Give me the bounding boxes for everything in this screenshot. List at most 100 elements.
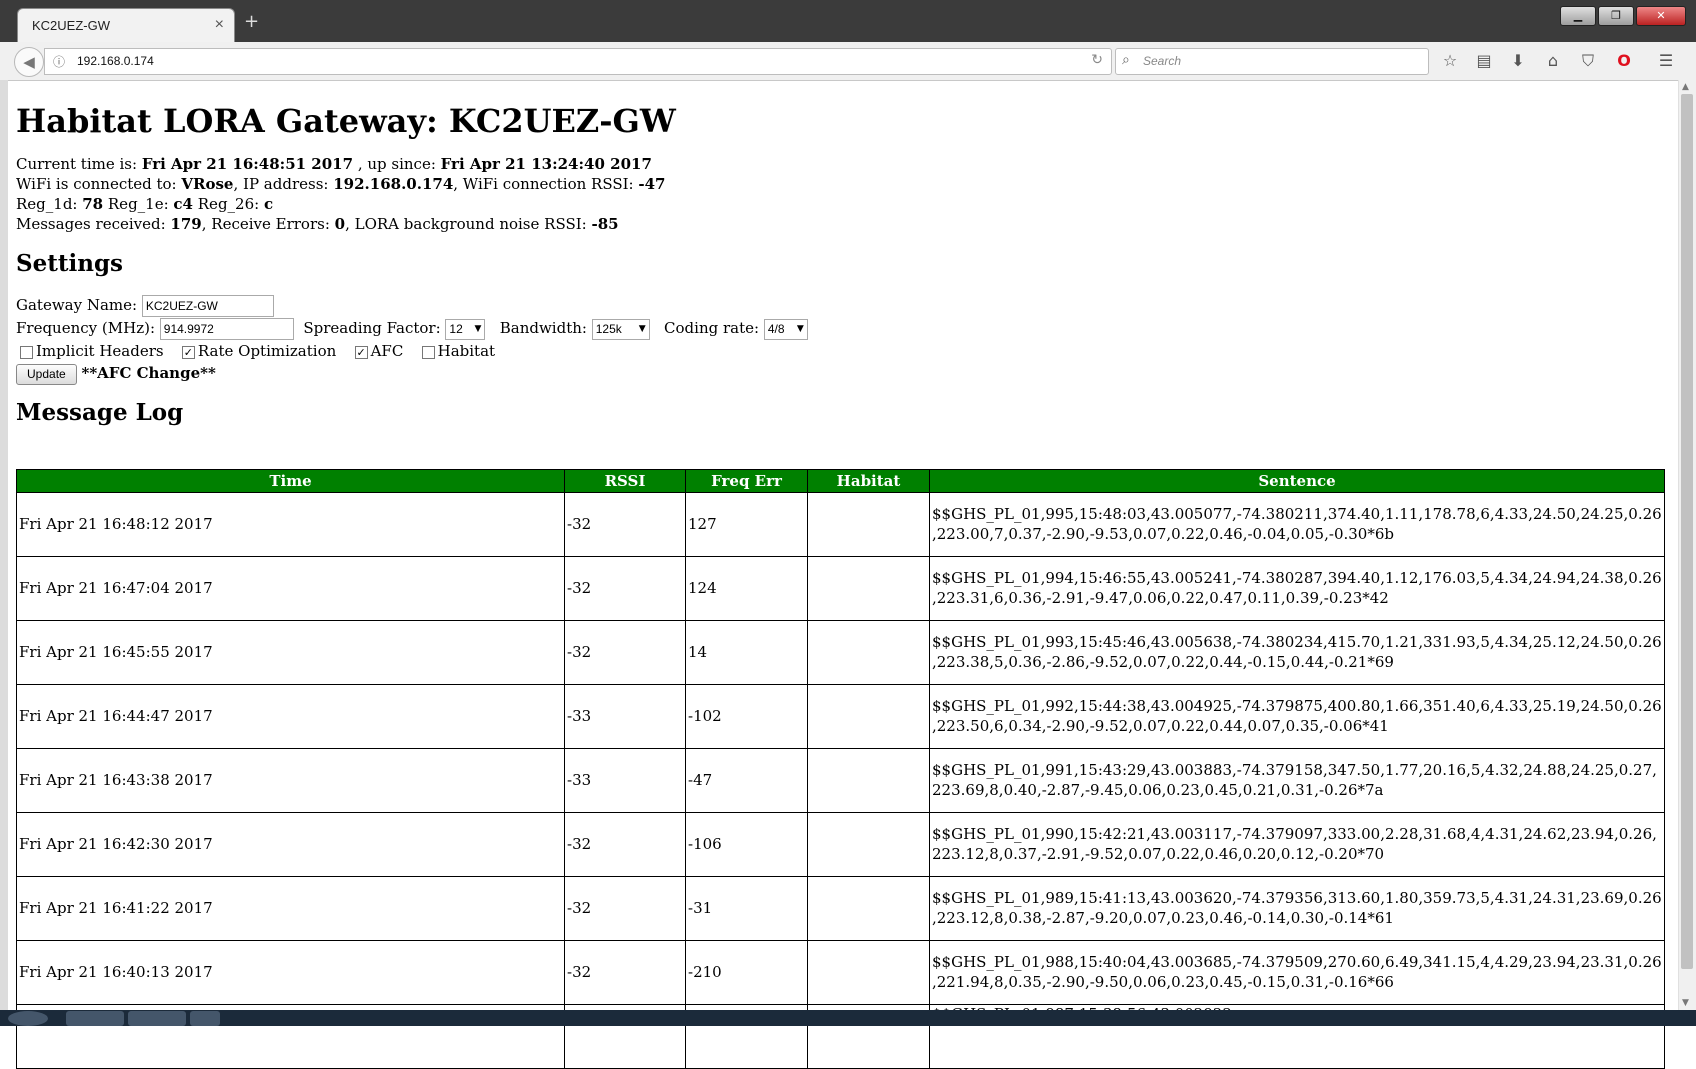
habitat-label: Habitat	[437, 342, 496, 360]
cell-habitat	[807, 748, 930, 813]
taskbar-item[interactable]	[190, 1011, 220, 1026]
receive-errors: 0	[334, 215, 346, 233]
wifi-label: WiFi is connected to:	[16, 175, 182, 193]
scroll-down-icon[interactable]: ▼	[1682, 998, 1689, 1008]
reading-list-icon[interactable]: ▤	[1471, 49, 1497, 73]
opera-icon[interactable]: O	[1611, 49, 1637, 73]
cell-habitat	[807, 940, 930, 1005]
cell-sentence: $$GHS_PL_01,988,15:40:04,43.003685,-74.3…	[929, 940, 1665, 1005]
spreading-factor-select[interactable]: 12 ▼	[445, 318, 486, 340]
home-icon[interactable]: ⌂	[1540, 49, 1566, 73]
minimize-icon[interactable]: ▁	[1560, 6, 1596, 26]
cell-sentence: $$GHS_PL_01,993,15:45:46,43.005638,-74.3…	[929, 620, 1665, 685]
cell-freq-err: -31	[685, 876, 808, 941]
cell-time: Fri Apr 21 16:45:55 2017	[16, 620, 565, 685]
url-text[interactable]: 192.168.0.174	[77, 54, 154, 68]
address-bar[interactable]: ⓘ 192.168.0.174 ↻	[44, 48, 1112, 75]
afc-change-notice: **AFC Change**	[81, 364, 216, 382]
reg1d-label: Reg_1d:	[16, 195, 83, 213]
checkbox-row: Implicit Headers ✓ Rate Optimization ✓ AFC…	[16, 340, 1664, 362]
download-icon[interactable]: ⬇	[1505, 49, 1531, 73]
cell-rssi: -32	[564, 812, 686, 877]
coding-rate-value: 4/8	[767, 321, 785, 336]
window-controls: ▁ ❐ ✕	[1560, 6, 1686, 26]
cell-freq-err: -106	[685, 812, 808, 877]
implicit-headers-label: Implicit Headers	[36, 342, 164, 360]
cell-time: Fri Apr 21 16:42:30 2017	[16, 812, 565, 877]
scroll-up-icon[interactable]: ▲	[1682, 82, 1689, 92]
cell-time: Fri Apr 21 16:47:04 2017	[16, 556, 565, 621]
reg26-value: c	[263, 195, 274, 213]
current-time: Fri Apr 21 16:48:51 2017	[141, 155, 354, 173]
scrollbar-thumb[interactable]	[1681, 94, 1693, 969]
col-freq-err-header: Freq Err	[685, 469, 808, 493]
window-left-border	[0, 80, 8, 1010]
afc-checkbox[interactable]: ✓	[354, 345, 368, 359]
rate-optimization-checkbox[interactable]: ✓	[181, 345, 195, 359]
maximize-icon[interactable]: ❐	[1598, 6, 1634, 26]
gateway-name-input[interactable]	[141, 295, 274, 317]
cell-rssi: -32	[564, 556, 686, 621]
status-time-line: Current time is: Fri Apr 21 16:48:51 201…	[16, 154, 1664, 174]
rate-optimization-label: Rate Optimization	[197, 342, 337, 360]
browser-tab[interactable]: KC2UEZ-GW ×	[17, 8, 235, 43]
frequency-input[interactable]	[159, 318, 294, 340]
col-time-header: Time	[16, 469, 565, 493]
implicit-headers-checkbox[interactable]	[20, 345, 33, 359]
cell-habitat	[807, 492, 930, 557]
cell-rssi: -32	[564, 940, 686, 1005]
pocket-icon[interactable]: ⛉	[1575, 49, 1601, 73]
tab-close-icon[interactable]: ×	[215, 16, 224, 34]
msg-label: Messages received:	[16, 215, 171, 233]
chevron-down-icon: ▼	[796, 323, 804, 334]
cell-freq-err: 127	[685, 492, 808, 557]
cell-time: Fri Apr 21 16:41:22 2017	[16, 876, 565, 941]
back-arrow-icon[interactable]: ◀	[14, 47, 44, 77]
bandwidth-select[interactable]: 125k ▼	[591, 318, 650, 340]
gateway-name-label: Gateway Name:	[16, 296, 142, 314]
cell-rssi: -32	[564, 876, 686, 941]
bookmark-star-icon[interactable]: ☆	[1437, 49, 1463, 73]
page-content: Habitat LORA Gateway: KC2UEZ-GW Current …	[16, 80, 1665, 1069]
update-button[interactable]: Update	[16, 363, 77, 385]
taskbar-item[interactable]	[66, 1011, 124, 1026]
taskbar-item[interactable]	[128, 1011, 186, 1026]
ip-address: 192.168.0.174	[333, 175, 454, 193]
table-body: Fri Apr 21 16:48:12 2017 -32 127 $$GHS_PL_0…	[16, 492, 1665, 1069]
close-window-icon[interactable]: ✕	[1636, 6, 1686, 26]
reload-icon[interactable]: ↻	[1091, 52, 1103, 68]
settings-form: Gateway Name: Frequency (MHz): Spreading…	[16, 294, 1664, 385]
start-button[interactable]	[8, 1011, 48, 1026]
up-since: Fri Apr 21 13:24:40 2017	[440, 155, 652, 173]
menu-icon[interactable]: ☰	[1653, 49, 1679, 73]
cell-freq-err: 14	[685, 620, 808, 685]
wifi-rssi: -47	[638, 175, 666, 193]
coding-rate-select[interactable]: 4/8 ▼	[763, 318, 808, 340]
spreading-factor-value: 12	[449, 321, 463, 336]
vertical-scrollbar[interactable]: ▲ ▼	[1678, 80, 1696, 1010]
search-bar[interactable]: ⌕ Search	[1115, 48, 1429, 75]
bandwidth-value: 125k	[595, 321, 622, 336]
reg26-label: Reg_26:	[193, 195, 264, 213]
wifi-ssid: VRose	[181, 175, 234, 193]
status-reg-line: Reg_1d: 78 Reg_1e: c4 Reg_26: c	[16, 194, 1664, 214]
chevron-down-icon: ▼	[474, 323, 482, 334]
update-row: Update **AFC Change**	[16, 362, 1664, 385]
cell-habitat	[807, 556, 930, 621]
chevron-down-icon: ▼	[638, 323, 646, 334]
new-tab-icon[interactable]: +	[244, 11, 259, 32]
col-rssi-header: RSSI	[564, 469, 686, 493]
col-sentence-header: Sentence	[929, 469, 1665, 493]
err-label: , Receive Errors:	[201, 215, 335, 233]
navigation-toolbar: ◀ ⓘ 192.168.0.174 ↻ ⌕ Search ☆ ▤ ⬇ ⌂ ⛉ O…	[0, 42, 1696, 81]
info-icon[interactable]: ⓘ	[53, 53, 65, 70]
table-row: Fri Apr 21 16:48:12 2017 -32 127 $$GHS_PL_0…	[16, 492, 1665, 557]
cell-sentence: $$GHS_PL_01,991,15:43:29,43.003883,-74.3…	[929, 748, 1665, 813]
cell-rssi: -32	[564, 620, 686, 685]
cell-rssi: -33	[564, 684, 686, 749]
status-wifi-line: WiFi is connected to: VRose, IP address:…	[16, 174, 1664, 194]
up-label: , up since:	[353, 155, 441, 173]
radio-settings-row: Frequency (MHz): Spreading Factor: 12 ▼ B…	[16, 317, 1664, 340]
habitat-checkbox[interactable]	[421, 345, 435, 359]
message-log-table: Time RSSI Freq Err Habitat Sentence Fri …	[16, 469, 1665, 1069]
